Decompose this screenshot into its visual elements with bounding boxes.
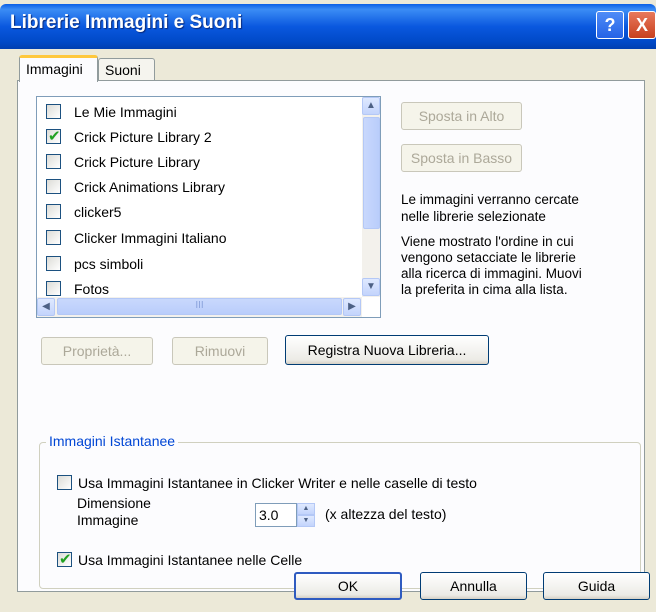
library-label: Crick Animations Library [74, 179, 225, 195]
horizontal-scrollbar[interactable]: ◀ III ▶ [37, 297, 362, 317]
library-label: Le Mie Immagini [74, 104, 177, 120]
library-label: Clicker Immagini Italiano [74, 230, 227, 246]
scroll-right-icon[interactable]: ▶ [343, 298, 361, 316]
size-unit-label: (x altezza del testo) [325, 506, 447, 522]
help-button[interactable]: Guida [543, 572, 650, 600]
dialog-window: Librerie Immagini e Suoni ? X Immagini S… [0, 0, 656, 612]
register-library-button[interactable]: Registra Nuova Libreria... [285, 335, 489, 365]
title-bar[interactable]: Librerie Immagini e Suoni ? X [0, 4, 656, 49]
library-list[interactable]: Le Mie Immagini ✔ Crick Picture Library … [36, 96, 381, 318]
size-label-line: Immagine [77, 512, 139, 528]
checkbox-box[interactable]: ✔ [57, 551, 72, 568]
horizontal-scroll-thumb[interactable]: III [57, 298, 342, 315]
library-checkbox[interactable] [46, 281, 61, 296]
info-line: Viene mostrato l'ordine in cui [401, 234, 574, 249]
info-line: alla ricerca di immagini. Muovi [401, 266, 582, 281]
scroll-left-icon[interactable]: ◀ [37, 298, 55, 316]
group-title: Immagini Istantanee [46, 433, 179, 449]
library-checkbox[interactable] [46, 204, 61, 219]
checkbox-label: Usa Immagini Istantanee in Clicker Write… [78, 475, 477, 491]
scroll-up-icon[interactable]: ▲ [362, 97, 380, 115]
size-label: Dimensione Immagine [77, 495, 151, 529]
scroll-down-icon[interactable]: ▼ [362, 278, 380, 296]
library-label: Crick Picture Library [74, 154, 201, 170]
check-icon: ✔ [59, 551, 72, 568]
library-label: pcs simboli [74, 256, 144, 272]
info-line: Le immagini verranno cercate [401, 192, 579, 207]
window-title: Librerie Immagini e Suoni [10, 12, 243, 33]
library-checkbox[interactable]: ✔ [46, 128, 61, 145]
library-checkbox[interactable] [46, 230, 61, 245]
library-label: clicker5 [74, 204, 122, 220]
checkbox-label: Usa Immagini Istantanee nelle Celle [78, 552, 303, 568]
library-checkbox[interactable] [46, 256, 61, 271]
tab-suoni[interactable]: Suoni [98, 58, 155, 82]
spin-up-icon[interactable]: ▲ [297, 503, 315, 515]
remove-button[interactable]: Rimuovi [172, 337, 268, 365]
info-line: vengono setacciate le librerie [401, 250, 576, 265]
check-icon: ✔ [48, 128, 61, 145]
ok-button[interactable]: OK [294, 572, 402, 600]
library-checkbox[interactable] [46, 154, 61, 169]
library-checkbox[interactable] [46, 104, 61, 119]
spin-down-icon[interactable]: ▼ [297, 515, 315, 527]
properties-button[interactable]: Proprietà... [41, 337, 153, 365]
vertical-scroll-thumb[interactable] [363, 117, 380, 229]
move-down-button[interactable]: Sposta in Basso [401, 144, 522, 172]
tab-panel-immagini: Le Mie Immagini ✔ Crick Picture Library … [17, 80, 645, 592]
vertical-scrollbar[interactable]: ▲ ▼ [362, 97, 380, 297]
cancel-button[interactable]: Annulla [420, 572, 527, 600]
library-checkbox[interactable] [46, 179, 61, 194]
close-icon[interactable]: X [628, 11, 656, 39]
size-spinner-input[interactable]: 3.0 [255, 503, 297, 527]
library-label: Crick Picture Library 2 [74, 129, 212, 145]
size-label-line: Dimensione [77, 495, 151, 511]
dialog-client: Immagini Suoni Le Mie Immagini ✔ Crick P… [0, 49, 656, 612]
help-icon[interactable]: ? [596, 11, 624, 39]
info-line: la preferita in cima alla lista. [401, 282, 568, 297]
move-up-button[interactable]: Sposta in Alto [401, 102, 522, 130]
checkbox-box[interactable] [57, 475, 72, 490]
info-line: nelle librerie selezionate [401, 209, 546, 224]
tab-immagini[interactable]: Immagini [19, 55, 98, 82]
